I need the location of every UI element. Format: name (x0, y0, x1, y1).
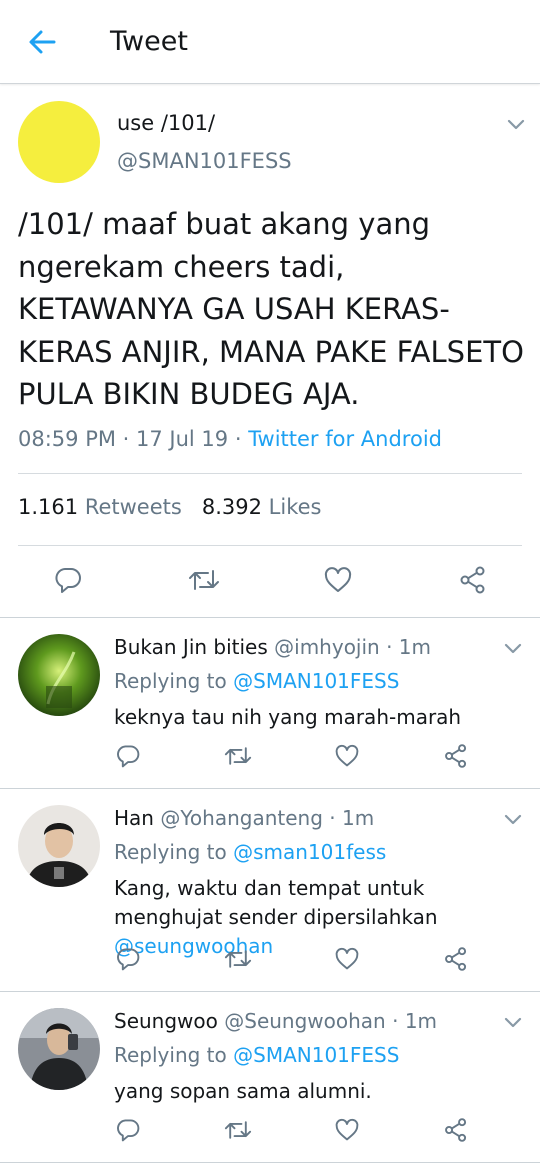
reply-menu-button[interactable] (501, 810, 525, 830)
tweet-text: /101/ maaf buat akang yang ngerekam chee… (18, 207, 524, 411)
like-icon (335, 947, 359, 970)
like-count: 8.392 (201, 495, 262, 519)
reply-menu-button[interactable] (501, 1013, 525, 1033)
top-bar: Tweet (0, 0, 540, 84)
replying-to-label: Replying to (114, 840, 227, 864)
retweet-icon (224, 950, 252, 968)
share-icon (460, 566, 485, 594)
reply-action-bar (0, 738, 540, 774)
reply-author-handle[interactable]: @Seungwoohan (224, 1009, 385, 1033)
replying-to-label: Replying to (114, 1043, 227, 1067)
like-button[interactable] (329, 738, 365, 774)
share-button[interactable] (438, 738, 474, 774)
like-icon (335, 1118, 359, 1141)
replying-to-link[interactable]: @SMAN101FESS (233, 1043, 399, 1067)
like-icon (335, 744, 359, 767)
tweet-meta: 08:59 PM · 17 Jul 19 · Twitter for Andro… (18, 427, 442, 451)
reply-tweet[interactable]: Bukan Jin bities @imhyojin · 1m Replying… (0, 618, 540, 788)
reply-author-name[interactable]: Bukan Jin bities (114, 635, 268, 659)
reply-author-handle[interactable]: @Yohanganteng (160, 806, 323, 830)
avatar[interactable] (18, 101, 100, 183)
share-button[interactable] (453, 560, 493, 600)
tweet-time: 08:59 PM (18, 427, 116, 451)
reply-header: Bukan Jin bities @imhyojin · 1m (114, 635, 432, 659)
reply-button[interactable] (110, 941, 146, 977)
share-icon (445, 1118, 467, 1142)
back-arrow-icon (29, 30, 56, 54)
tweet-author-handle[interactable]: @SMAN101FESS (117, 149, 292, 173)
reply-button[interactable] (110, 1112, 146, 1148)
reply-author-name[interactable]: Han (114, 806, 154, 830)
reply-button[interactable] (48, 560, 88, 600)
reply-action-bar (0, 941, 540, 977)
likes-label: Likes (268, 495, 322, 519)
reply-header: Seungwoo @Seungwoohan · 1m (114, 1009, 438, 1033)
likes-stat[interactable]: 8.392 Likes (202, 495, 322, 519)
avatar[interactable] (18, 1008, 100, 1090)
chevron-down-icon (507, 119, 525, 130)
retweets-label: Retweets (84, 495, 182, 519)
tweet-action-bar (0, 560, 540, 600)
replying-to: Replying to @sman101fess (114, 840, 386, 864)
reply-icon (117, 745, 140, 768)
back-button[interactable] (22, 24, 62, 60)
like-icon (324, 567, 352, 592)
reply-author-handle[interactable]: @imhyojin (274, 635, 380, 659)
divider (18, 545, 522, 546)
retweet-count: 1.161 (18, 495, 79, 519)
tweet-date: 17 Jul 19 (136, 427, 229, 451)
tweet-stats: 1.161 Retweets 8.392 Likes (18, 495, 321, 519)
reply-menu-button[interactable] (501, 639, 525, 659)
retweet-icon (224, 1121, 252, 1139)
reply-icon (117, 948, 140, 971)
reply-header: Han @Yohanganteng · 1m (114, 806, 375, 830)
reply-body: Kang, waktu dan tempat untuk menghujat s… (114, 876, 438, 929)
reply-time: 1m (341, 806, 375, 830)
chevron-down-icon (504, 643, 522, 654)
reply-author-name[interactable]: Seungwoo (114, 1009, 218, 1033)
retweets-stat[interactable]: 1.161 Retweets (18, 495, 182, 519)
share-button[interactable] (438, 1112, 474, 1148)
like-button[interactable] (329, 1112, 365, 1148)
like-button[interactable] (329, 941, 365, 977)
reply-button[interactable] (110, 738, 146, 774)
avatar[interactable] (18, 634, 100, 716)
share-button[interactable] (438, 941, 474, 977)
avatar[interactable] (18, 805, 100, 887)
like-button[interactable] (318, 560, 358, 600)
reply-tweet[interactable]: Han @Yohanganteng · 1m Replying to @sman… (0, 789, 540, 991)
chevron-down-icon (504, 814, 522, 825)
reply-text: keknya tau nih yang marah-marah (114, 703, 524, 732)
reply-body: keknya tau nih yang marah-marah (114, 705, 462, 729)
retweet-icon (189, 570, 219, 590)
divider (18, 473, 522, 474)
reply-time: 1m (404, 1009, 438, 1033)
retweet-button[interactable] (220, 738, 256, 774)
tweet-source-link[interactable]: Twitter for Android (248, 427, 442, 451)
replying-to: Replying to @SMAN101FESS (114, 1043, 399, 1067)
divider (0, 1162, 540, 1163)
reply-text: yang sopan sama alumni. (114, 1077, 524, 1106)
reply-tweet[interactable]: Seungwoo @Seungwoohan · 1m Replying to @… (0, 992, 540, 1162)
replying-to-link[interactable]: @SMAN101FESS (233, 669, 399, 693)
reply-body: yang sopan sama alumni. (114, 1079, 372, 1103)
retweet-icon (224, 747, 252, 765)
page-title: Tweet (110, 26, 188, 57)
reply-icon (117, 1119, 140, 1142)
reply-action-bar (0, 1112, 540, 1148)
tweet-menu-button[interactable] (504, 115, 528, 135)
share-icon (445, 947, 467, 971)
chevron-down-icon (504, 1017, 522, 1028)
retweet-button[interactable] (220, 941, 256, 977)
tweet-author-name[interactable]: use /101/ (117, 111, 215, 135)
share-icon (445, 744, 467, 768)
reply-time: 1m (398, 635, 432, 659)
retweet-button[interactable] (220, 1112, 256, 1148)
retweet-button[interactable] (184, 560, 224, 600)
reply-icon (55, 568, 81, 593)
replying-to-link[interactable]: @sman101fess (233, 840, 386, 864)
replying-to: Replying to @SMAN101FESS (114, 669, 399, 693)
replying-to-label: Replying to (114, 669, 227, 693)
